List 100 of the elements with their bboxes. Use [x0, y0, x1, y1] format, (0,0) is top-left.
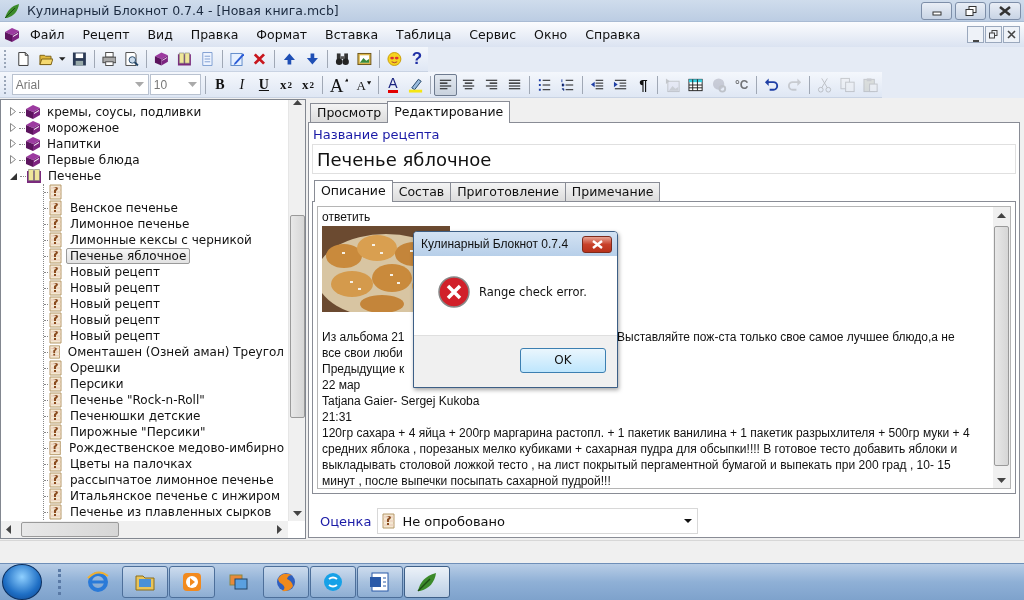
- tree-item[interactable]: Персики: [66, 376, 128, 392]
- recipe-icon: [48, 392, 64, 408]
- tree-item[interactable]: Первые блюда: [43, 152, 144, 168]
- tree-item[interactable]: Рождественское медово-имбирно: [65, 440, 288, 456]
- tree-item[interactable]: Цветы на палочках: [66, 456, 197, 472]
- book-icon: [25, 152, 41, 168]
- scroll-thumb[interactable]: [21, 522, 119, 537]
- menu-item[interactable]: Вставка: [316, 24, 388, 45]
- taskbar-button[interactable]: [263, 566, 309, 598]
- scroll-thumb[interactable]: [994, 226, 1009, 466]
- align-left-button[interactable]: [433, 73, 457, 96]
- print-icon: [101, 51, 117, 67]
- menu-item[interactable]: Окно: [525, 24, 577, 45]
- ok-button[interactable]: OK: [520, 347, 606, 373]
- tree-item[interactable]: Оменташен (Озней аман) Треугол: [63, 344, 288, 360]
- tree-item[interactable]: Новый рецепт: [66, 312, 164, 328]
- tree-item[interactable]: Печенье яблочное: [66, 248, 191, 264]
- vertical-scrollbar[interactable]: [288, 100, 305, 521]
- font-size-field[interactable]: 10: [149, 74, 201, 95]
- recipe-icon: [381, 513, 398, 529]
- scroll-thumb[interactable]: [289, 215, 305, 418]
- tab[interactable]: Примечание: [564, 182, 661, 201]
- menu-item[interactable]: Файл: [21, 24, 74, 45]
- restore-icon: [964, 5, 977, 16]
- paragraph-marks-button[interactable]: ¶: [632, 73, 655, 96]
- tree-item[interactable]: Новый рецепт: [66, 280, 164, 296]
- menu-item[interactable]: Формат: [247, 24, 317, 45]
- scroll-down-icon: [292, 511, 302, 516]
- shrink-font-button[interactable]: A: [352, 73, 375, 96]
- tree-item[interactable]: мороженое: [43, 120, 124, 136]
- start-button[interactable]: [2, 564, 42, 600]
- taskbar-button[interactable]: [310, 566, 356, 598]
- open-book-icon: [26, 168, 42, 184]
- font-field[interactable]: Arial: [11, 74, 149, 95]
- error-message: Range check error.: [479, 284, 587, 299]
- restore-button[interactable]: [985, 26, 1002, 43]
- tree-item[interactable]: Венское печенье: [66, 200, 182, 216]
- restore-button[interactable]: [955, 1, 986, 20]
- vertical-scrollbar[interactable]: [993, 207, 1010, 488]
- tree-item[interactable]: Пирожные "Персики": [66, 424, 210, 440]
- close-button[interactable]: [1003, 26, 1020, 43]
- taskbar-button[interactable]: [404, 566, 450, 598]
- tree-item[interactable]: Итальянское печенье с инжиром: [66, 488, 284, 504]
- recipe-icon: [48, 200, 64, 216]
- minimize-button[interactable]: [967, 26, 984, 43]
- menu-item[interactable]: Правка: [181, 24, 248, 45]
- scroll-up-icon: [997, 213, 1006, 218]
- tab[interactable]: Просмотр: [310, 103, 389, 122]
- text-line: Выставляйте пож-ста только свое самое лучшее блюдо,а не: [617, 329, 955, 345]
- recipe-name-field[interactable]: Печенье яблочное: [312, 144, 1016, 174]
- highlighter-icon: [407, 76, 423, 93]
- recipe-icon: [48, 232, 64, 248]
- tree-item[interactable]: Новый рецепт: [66, 296, 164, 312]
- recipe-icon: [48, 488, 64, 504]
- rating-dropdown[interactable]: Не опробовано: [377, 508, 699, 534]
- globe-icon: [274, 570, 298, 594]
- dialog-title: Кулинарный Блокнот 0.7.4: [421, 237, 570, 251]
- help-button[interactable]: ?: [406, 48, 428, 70]
- italic-button[interactable]: I: [230, 73, 253, 96]
- tree-item[interactable]: Напитки: [43, 136, 106, 152]
- tree-item[interactable]: Орешки: [66, 360, 125, 376]
- tree-item[interactable]: Печенюшки детские: [66, 408, 205, 424]
- tab[interactable]: Приготовление: [450, 182, 566, 201]
- taskbar-button[interactable]: [357, 566, 403, 598]
- tree-item[interactable]: Новый рецепт: [66, 264, 164, 280]
- close-button[interactable]: [582, 235, 612, 253]
- tree-item[interactable]: Новый рецепт: [66, 328, 164, 344]
- tree-item[interactable]: Печенье: [44, 168, 106, 184]
- underline-button[interactable]: U: [252, 73, 275, 96]
- book-icon: [154, 51, 169, 67]
- text-line: 21:31: [322, 410, 353, 424]
- tab[interactable]: Редактирование: [387, 101, 511, 123]
- horizontal-scrollbar[interactable]: [1, 521, 288, 538]
- close-button[interactable]: [989, 1, 1021, 20]
- tree-item[interactable]: Печенье "Rock-n-Roll": [66, 392, 209, 408]
- tree-item[interactable]: рассыпчатое лимонное печенье: [66, 472, 278, 488]
- tree-item[interactable]: Лимонное печенье: [66, 216, 194, 232]
- recipe-icon: [48, 312, 64, 328]
- recipe-icon: [47, 344, 62, 360]
- tab[interactable]: Состав: [391, 182, 452, 201]
- menu-item[interactable]: Сервис: [460, 24, 526, 45]
- menu-item[interactable]: Вид: [138, 24, 182, 45]
- recipe-icon: [48, 472, 64, 488]
- font-color-button[interactable]: A: [381, 73, 404, 96]
- menu-item[interactable]: Таблица: [387, 24, 461, 45]
- taskbar-button[interactable]: [122, 566, 168, 598]
- tab[interactable]: Описание: [314, 180, 393, 202]
- cut-icon: [816, 76, 832, 93]
- redo-icon: [786, 76, 802, 93]
- error-icon: [438, 275, 470, 308]
- tree-item[interactable]: Лимонные кексы с черникой: [66, 232, 256, 248]
- tree-item[interactable]: кремы, соусы, подливки: [43, 104, 206, 120]
- bold-button[interactable]: B: [208, 73, 231, 96]
- menu-item[interactable]: Рецепт: [73, 24, 139, 45]
- print-preview-icon: [124, 51, 140, 67]
- book-icon: [25, 120, 41, 136]
- taskbar-button[interactable]: [169, 566, 215, 598]
- menu-item[interactable]: Справка: [576, 24, 650, 45]
- grow-font-button[interactable]: A: [325, 73, 353, 96]
- tree-item[interactable]: Печенье из плавленных сырков: [66, 504, 276, 520]
